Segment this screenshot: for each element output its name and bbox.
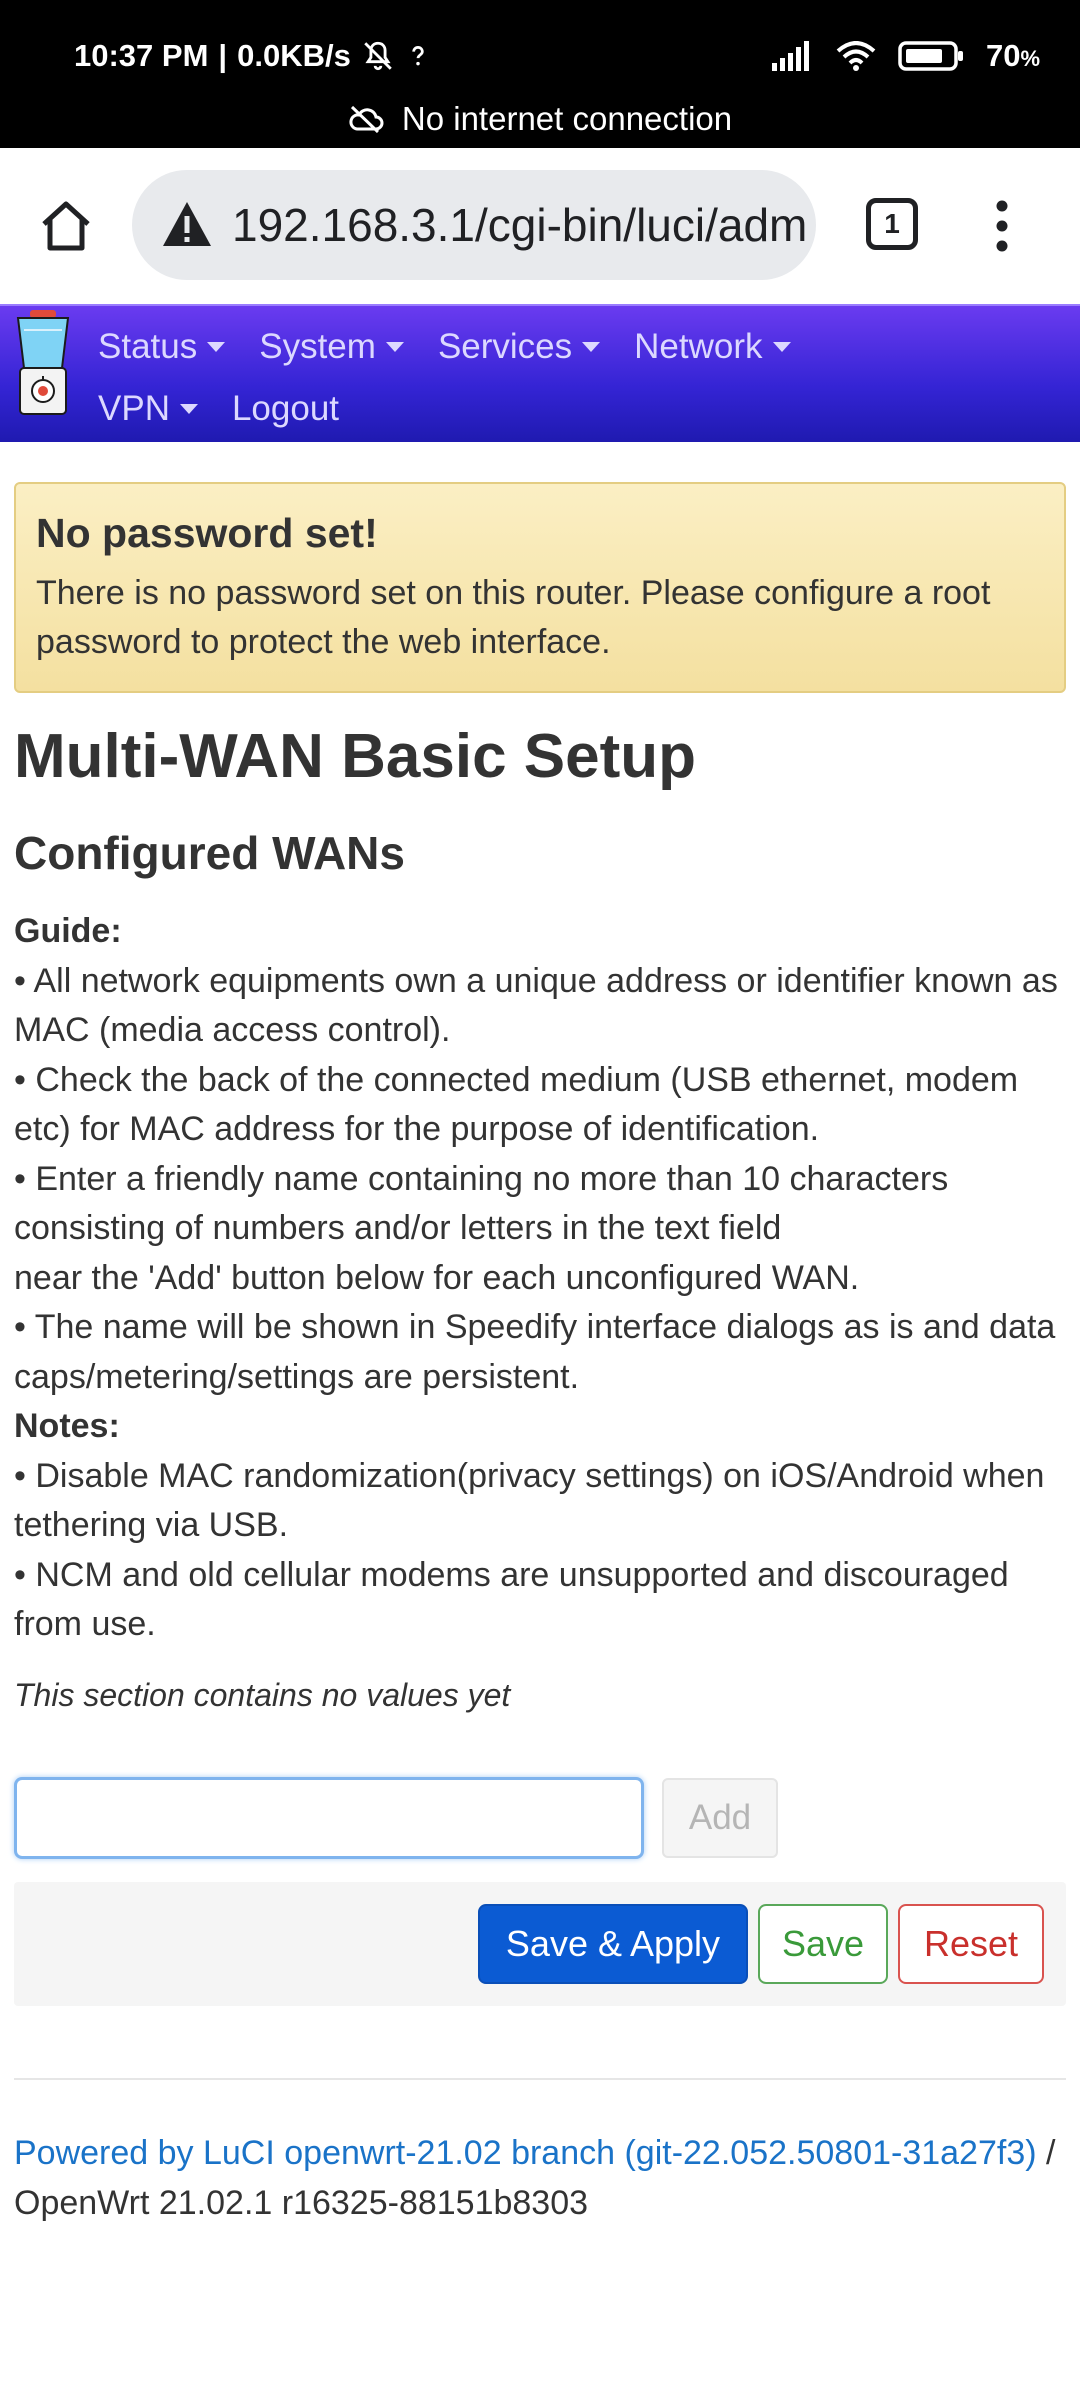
address-bar[interactable]: 192.168.3.1/cgi-bin/luci/adm	[132, 170, 816, 280]
no-password-alert: No password set! There is no password se…	[14, 482, 1066, 693]
blender-logo-icon	[16, 310, 70, 415]
battery-icon	[898, 40, 964, 72]
status-net-speed: 0.0KB/s	[237, 38, 351, 73]
chevron-down-icon	[179, 404, 198, 414]
chevron-down-icon	[772, 342, 791, 352]
main-menu: Status System Services Network VPN Logou…	[98, 316, 1070, 440]
menu-services[interactable]: Services	[438, 327, 601, 367]
form-actions: Save & Apply Save Reset	[14, 1881, 1066, 2006]
menu-vpn[interactable]: VPN	[98, 389, 198, 429]
chevron-down-icon	[385, 342, 404, 352]
add-button[interactable]: Add	[662, 1777, 778, 1858]
section-title: Configured WANs	[14, 827, 405, 879]
main-menu-row-1: Status System Services Network	[98, 316, 1070, 378]
main-menu-row-2: VPN Logout	[98, 378, 1070, 440]
status-time: 10:37 PM	[74, 38, 209, 73]
save-button[interactable]: Save	[758, 1903, 888, 1984]
guide-description: Guide: • All network equipments own a un…	[14, 907, 1066, 1650]
luci-powered-link[interactable]: Powered by LuCI openwrt-21.02 branch (gi…	[14, 2134, 1037, 2172]
no-internet-text: No internet connection	[401, 100, 733, 137]
page-footer: Powered by LuCI openwrt-21.02 branch (gi…	[14, 2128, 1066, 2228]
alert-message: There is no password set on this router.…	[36, 574, 991, 661]
save-apply-button[interactable]: Save & Apply	[478, 1903, 748, 1984]
guide-line: near the 'Add' button below for each unc…	[14, 1258, 860, 1297]
bell-muted-icon	[361, 39, 395, 73]
status-bar: 10:37 PM | 0.0KB/s 70% No internet conne…	[0, 0, 1080, 148]
notes-heading: Notes:	[14, 1407, 120, 1445]
browser-toolbar: 192.168.3.1/cgi-bin/luci/adm 1	[0, 148, 1080, 304]
guide-heading: Guide:	[14, 912, 122, 950]
no-internet-banner: No internet connection	[0, 100, 1080, 138]
tab-switcher-button[interactable]: 1	[866, 198, 918, 250]
cellular-signal-icon	[771, 41, 814, 71]
chevron-down-icon	[207, 342, 226, 352]
no-values-text: This section contains no values yet	[14, 1676, 511, 1713]
luci-logo[interactable]	[8, 310, 78, 418]
page-title: Multi-WAN Basic Setup	[14, 722, 697, 791]
chevron-down-icon	[582, 342, 601, 352]
status-separator: |	[218, 38, 228, 73]
more-vert-icon	[996, 200, 1008, 252]
guide-line: • Enter a friendly name containing no mo…	[14, 1159, 949, 1248]
menu-logout[interactable]: Logout	[232, 389, 339, 429]
wan-name-input[interactable]	[14, 1776, 644, 1859]
home-button[interactable]	[36, 196, 96, 256]
menu-system[interactable]: System	[259, 327, 404, 367]
menu-network[interactable]: Network	[634, 327, 791, 367]
not-secure-warning-icon[interactable]	[160, 198, 214, 252]
main-content: No password set! There is no password se…	[14, 482, 1066, 2228]
footer-divider	[14, 2077, 1066, 2080]
home-icon	[42, 201, 90, 251]
status-right: 70%	[771, 38, 1040, 74]
menu-status[interactable]: Status	[98, 327, 226, 367]
browser-menu-button[interactable]	[990, 196, 1014, 256]
note-line: • NCM and old cellular modems are unsupp…	[14, 1555, 1009, 1644]
guide-line: • All network equipments own a unique ad…	[14, 961, 1058, 1050]
reset-button[interactable]: Reset	[898, 1903, 1044, 1984]
guide-line: • Check the back of the connected medium…	[14, 1060, 1019, 1149]
wifi-icon	[836, 41, 876, 71]
cloud-off-icon	[348, 105, 384, 133]
url-text[interactable]: 192.168.3.1/cgi-bin/luci/adm	[232, 198, 807, 252]
guide-line: • The name will be shown in Speedify int…	[14, 1308, 1056, 1396]
alert-title: No password set!	[36, 510, 378, 556]
help-icon	[405, 43, 431, 69]
add-wan-row: Add	[14, 1776, 1066, 1860]
note-line: • Disable MAC randomization(privacy sett…	[14, 1456, 1045, 1545]
luci-header: Status System Services Network VPN Logou…	[0, 304, 1080, 442]
battery-level: 70%	[985, 38, 1040, 73]
status-left: 10:37 PM | 0.0KB/s	[74, 38, 431, 74]
